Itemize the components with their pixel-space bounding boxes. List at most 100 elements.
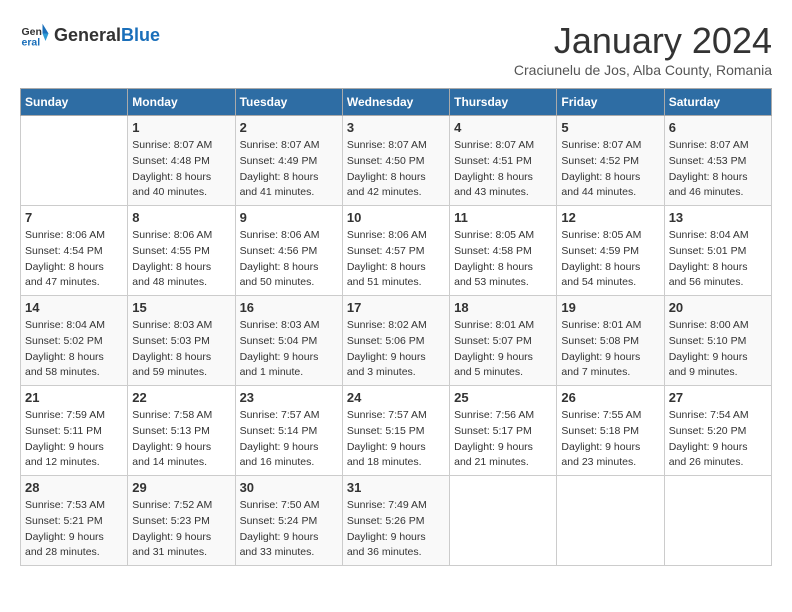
calendar-cell: 26 Sunrise: 7:55 AMSunset: 5:18 PMDayligh… (557, 386, 664, 476)
calendar-cell (450, 476, 557, 566)
calendar-cell: 5 Sunrise: 8:07 AMSunset: 4:52 PMDaylight… (557, 116, 664, 206)
day-info: Sunrise: 8:05 AMSunset: 4:59 PMDaylight:… (561, 228, 659, 291)
day-number: 27 (669, 390, 767, 405)
calendar-cell: 9Sunrise: 8:06 AMSunset: 4:56 PMDaylight… (235, 206, 342, 296)
logo-blue: Blue (121, 25, 160, 45)
logo-text: GeneralBlue (54, 25, 160, 46)
calendar-cell: 31Sunrise: 7:49 AMSunset: 5:26 PMDayligh… (342, 476, 449, 566)
day-info: Sunrise: 8:07 AMSunset: 4:52 PMDaylight:… (561, 138, 659, 201)
week-row-5: 28 Sunrise: 7:53 AMSunset: 5:21 PMDayligh… (21, 476, 772, 566)
day-info: Sunrise: 8:05 AMSunset: 4:58 PMDaylight:… (454, 228, 552, 291)
day-info: Sunrise: 8:01 AMSunset: 5:07 PMDaylight:… (454, 318, 552, 381)
day-number: 28 (25, 480, 123, 495)
calendar-cell: 3Sunrise: 8:07 AMSunset: 4:50 PMDaylight… (342, 116, 449, 206)
calendar-cell: 10 Sunrise: 8:06 AMSunset: 4:57 PMDayligh… (342, 206, 449, 296)
day-info: Sunrise: 8:07 AMSunset: 4:51 PMDaylight:… (454, 138, 552, 201)
day-number: 21 (25, 390, 123, 405)
month-title: January 2024 (514, 20, 772, 62)
day-number: 5 (561, 120, 659, 135)
calendar-cell: 28 Sunrise: 7:53 AMSunset: 5:21 PMDayligh… (21, 476, 128, 566)
day-info: Sunrise: 7:57 AMSunset: 5:15 PMDaylight:… (347, 408, 445, 471)
header: Gen eral GeneralBlue January 2024 Craciu… (20, 20, 772, 78)
day-number: 15 (132, 300, 230, 315)
day-number: 7 (25, 210, 123, 225)
day-info: Sunrise: 8:06 AMSunset: 4:54 PMDaylight:… (25, 228, 123, 291)
day-number: 16 (240, 300, 338, 315)
day-info: Sunrise: 7:52 AMSunset: 5:23 PMDaylight:… (132, 498, 230, 561)
day-info: Sunrise: 7:49 AMSunset: 5:26 PMDaylight:… (347, 498, 445, 561)
calendar-cell: 6 Sunrise: 8:07 AMSunset: 4:53 PMDaylight… (664, 116, 771, 206)
day-number: 22 (132, 390, 230, 405)
calendar-cell: 25Sunrise: 7:56 AMSunset: 5:17 PMDayligh… (450, 386, 557, 476)
day-number: 6 (669, 120, 767, 135)
calendar-cell (21, 116, 128, 206)
calendar-table: Sunday Monday Tuesday Wednesday Thursday… (20, 88, 772, 566)
day-info: Sunrise: 8:00 AMSunset: 5:10 PMDaylight:… (669, 318, 767, 381)
day-number: 19 (561, 300, 659, 315)
day-number: 3 (347, 120, 445, 135)
day-info: Sunrise: 8:07 AMSunset: 4:49 PMDaylight:… (240, 138, 338, 201)
calendar-cell: 7 Sunrise: 8:06 AMSunset: 4:54 PMDaylight… (21, 206, 128, 296)
col-monday: Monday (128, 89, 235, 116)
calendar-cell: 23Sunrise: 7:57 AMSunset: 5:14 PMDayligh… (235, 386, 342, 476)
calendar-cell: 13Sunrise: 8:04 AMSunset: 5:01 PMDayligh… (664, 206, 771, 296)
calendar-cell: 30Sunrise: 7:50 AMSunset: 5:24 PMDayligh… (235, 476, 342, 566)
calendar-cell: 17Sunrise: 8:02 AMSunset: 5:06 PMDayligh… (342, 296, 449, 386)
col-friday: Friday (557, 89, 664, 116)
day-number: 12 (561, 210, 659, 225)
calendar-cell: 15 Sunrise: 8:03 AMSunset: 5:03 PMDayligh… (128, 296, 235, 386)
day-number: 9 (240, 210, 338, 225)
title-section: January 2024 Craciunelu de Jos, Alba Cou… (514, 20, 772, 78)
week-row-3: 14 Sunrise: 8:04 AMSunset: 5:02 PMDayligh… (21, 296, 772, 386)
day-number: 23 (240, 390, 338, 405)
day-info: Sunrise: 7:54 AMSunset: 5:20 PMDaylight:… (669, 408, 767, 471)
day-info: Sunrise: 7:55 AMSunset: 5:18 PMDaylight:… (561, 408, 659, 471)
day-number: 11 (454, 210, 552, 225)
day-info: Sunrise: 7:56 AMSunset: 5:17 PMDaylight:… (454, 408, 552, 471)
calendar-cell: 4Sunrise: 8:07 AMSunset: 4:51 PMDaylight… (450, 116, 557, 206)
calendar-cell: 1 Sunrise: 8:07 AMSunset: 4:48 PMDaylight… (128, 116, 235, 206)
day-number: 17 (347, 300, 445, 315)
day-number: 24 (347, 390, 445, 405)
day-number: 18 (454, 300, 552, 315)
day-number: 29 (132, 480, 230, 495)
col-wednesday: Wednesday (342, 89, 449, 116)
calendar-cell: 27 Sunrise: 7:54 AMSunset: 5:20 PMDayligh… (664, 386, 771, 476)
day-info: Sunrise: 8:07 AMSunset: 4:53 PMDaylight:… (669, 138, 767, 201)
day-number: 1 (132, 120, 230, 135)
day-number: 13 (669, 210, 767, 225)
day-info: Sunrise: 8:04 AMSunset: 5:02 PMDaylight:… (25, 318, 123, 381)
day-info: Sunrise: 7:58 AMSunset: 5:13 PMDaylight:… (132, 408, 230, 471)
calendar-cell: 11 Sunrise: 8:05 AMSunset: 4:58 PMDayligh… (450, 206, 557, 296)
day-number: 20 (669, 300, 767, 315)
col-saturday: Saturday (664, 89, 771, 116)
calendar-cell: 20 Sunrise: 8:00 AMSunset: 5:10 PMDayligh… (664, 296, 771, 386)
day-info: Sunrise: 8:07 AMSunset: 4:48 PMDaylight:… (132, 138, 230, 201)
day-info: Sunrise: 8:03 AMSunset: 5:04 PMDaylight:… (240, 318, 338, 381)
calendar-cell: 19 Sunrise: 8:01 AMSunset: 5:08 PMDayligh… (557, 296, 664, 386)
day-info: Sunrise: 8:06 AMSunset: 4:57 PMDaylight:… (347, 228, 445, 291)
day-number: 8 (132, 210, 230, 225)
subtitle: Craciunelu de Jos, Alba County, Romania (514, 62, 772, 78)
logo-icon: Gen eral (20, 20, 50, 50)
day-info: Sunrise: 8:06 AMSunset: 4:55 PMDaylight:… (132, 228, 230, 291)
calendar-cell: 8 Sunrise: 8:06 AMSunset: 4:55 PMDaylight… (128, 206, 235, 296)
day-number: 26 (561, 390, 659, 405)
week-row-4: 21Sunrise: 7:59 AMSunset: 5:11 PMDayligh… (21, 386, 772, 476)
header-row: Sunday Monday Tuesday Wednesday Thursday… (21, 89, 772, 116)
day-info: Sunrise: 8:01 AMSunset: 5:08 PMDaylight:… (561, 318, 659, 381)
col-sunday: Sunday (21, 89, 128, 116)
day-info: Sunrise: 7:50 AMSunset: 5:24 PMDaylight:… (240, 498, 338, 561)
calendar-cell: 2Sunrise: 8:07 AMSunset: 4:49 PMDaylight… (235, 116, 342, 206)
svg-text:eral: eral (22, 37, 41, 49)
week-row-1: 1 Sunrise: 8:07 AMSunset: 4:48 PMDaylight… (21, 116, 772, 206)
calendar-cell: 29 Sunrise: 7:52 AMSunset: 5:23 PMDayligh… (128, 476, 235, 566)
calendar-cell (557, 476, 664, 566)
day-number: 14 (25, 300, 123, 315)
day-number: 10 (347, 210, 445, 225)
day-info: Sunrise: 7:53 AMSunset: 5:21 PMDaylight:… (25, 498, 123, 561)
day-info: Sunrise: 8:03 AMSunset: 5:03 PMDaylight:… (132, 318, 230, 381)
calendar-cell: 12 Sunrise: 8:05 AMSunset: 4:59 PMDayligh… (557, 206, 664, 296)
calendar-cell: 21Sunrise: 7:59 AMSunset: 5:11 PMDayligh… (21, 386, 128, 476)
col-thursday: Thursday (450, 89, 557, 116)
